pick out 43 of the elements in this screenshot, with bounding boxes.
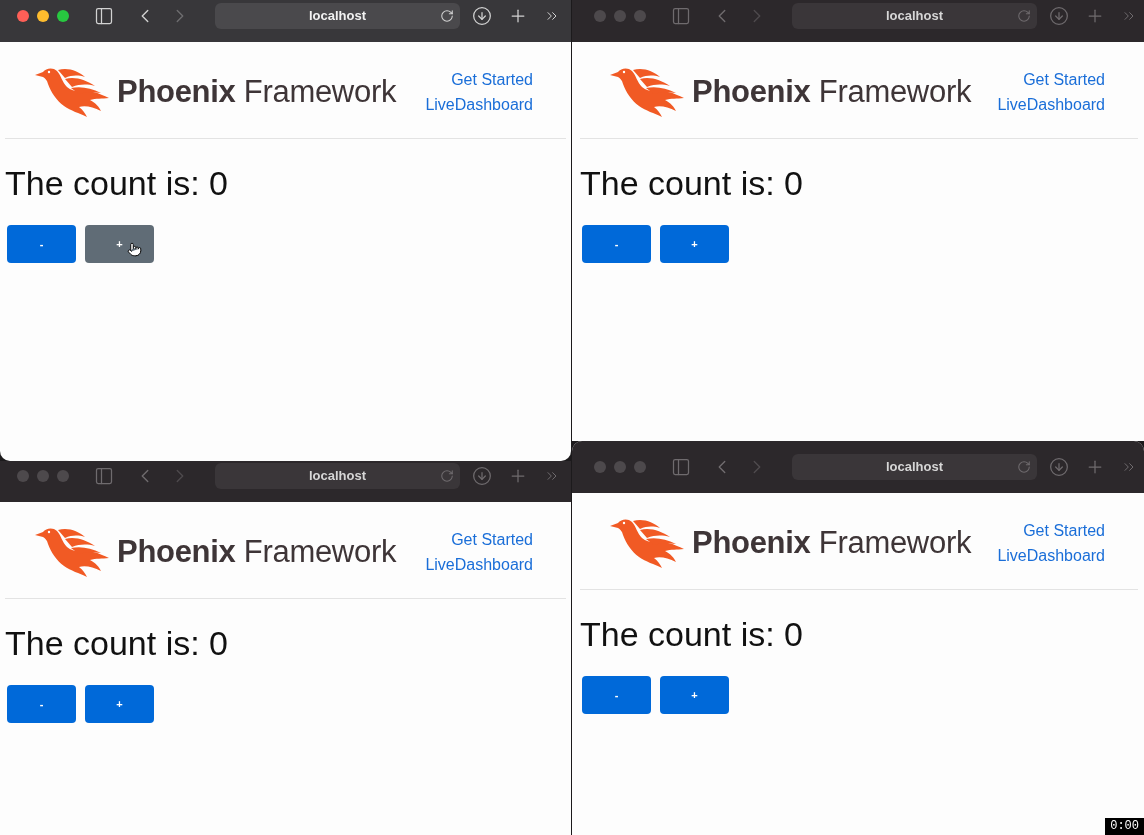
increment-button[interactable]: + [85,225,154,263]
address-field[interactable]: localhost [215,3,460,29]
decrement-button[interactable]: - [7,685,76,723]
bird-logo-icon [35,67,109,117]
nav-link[interactable]: Get Started [1023,67,1105,92]
address-field[interactable]: localhost [792,454,1037,480]
decrement-button[interactable]: - [582,225,651,263]
nav-link[interactable]: LiveDashboard [425,552,533,577]
increment-button[interactable]: + [660,676,729,714]
bird-logo-icon [610,518,684,568]
decrement-button[interactable]: - [582,676,651,714]
reload-icon[interactable] [440,469,454,483]
reload-icon[interactable] [1017,9,1031,23]
brand-name: Phoenix Framework [692,525,972,561]
decrement-button[interactable]: - [7,225,76,263]
address-field[interactable]: localhost [792,3,1037,29]
count-heading: The count is: 0 [5,623,229,663]
nav-link[interactable]: Get Started [451,527,533,552]
bird-logo-icon [610,67,684,117]
nav-link[interactable]: Get Started [451,67,533,92]
nav-link[interactable]: LiveDashboard [997,92,1105,117]
hand-cursor-icon [127,242,142,257]
nav-link[interactable]: LiveDashboard [425,92,533,117]
reload-icon[interactable] [1017,460,1031,474]
close-window-button[interactable] [17,10,29,22]
count-heading: The count is: 0 [580,614,804,654]
recording-timer: 0:00 [1105,818,1144,835]
count-heading: The count is: 0 [5,163,229,203]
brand-name: Phoenix Framework [117,534,397,570]
nav-link[interactable]: Get Started [1023,518,1105,543]
close-window-button[interactable] [17,470,29,482]
brand-name: Phoenix Framework [117,74,397,110]
increment-button[interactable]: + [660,225,729,263]
brand-name: Phoenix Framework [692,74,972,110]
count-heading: The count is: 0 [580,163,804,203]
increment-button[interactable]: + [85,685,154,723]
address-field[interactable]: localhost [215,463,460,489]
close-window-button[interactable] [594,461,606,473]
minimize-window-button[interactable] [37,10,49,22]
nav-link[interactable]: LiveDashboard [997,543,1105,568]
close-window-button[interactable] [594,10,606,22]
zoom-window-button[interactable] [57,10,69,22]
bird-logo-icon [35,527,109,577]
